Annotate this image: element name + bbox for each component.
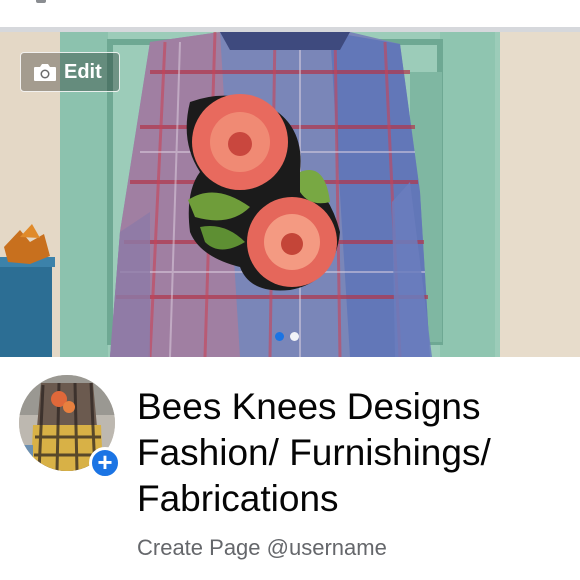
camera-icon [34, 63, 56, 81]
add-profile-photo-button[interactable]: + [89, 447, 121, 479]
plus-icon: + [97, 447, 113, 477]
top-bar [0, 0, 580, 28]
edit-label: Edit [64, 60, 102, 83]
edit-cover-button[interactable]: Edit [20, 52, 120, 92]
page-title-line: Fabrications [137, 478, 339, 519]
pager-dot-active[interactable] [275, 332, 284, 341]
status-indicator [36, 0, 46, 3]
page-title: Bees Knees Designs Fashion/ Furnishings/… [137, 384, 567, 522]
page-title-line: Bees Knees Designs [137, 386, 481, 427]
pager-dot[interactable] [290, 332, 299, 341]
cover-photo[interactable]: Edit [0, 32, 580, 357]
create-username-link[interactable]: Create Page @username [137, 535, 387, 561]
page-title-line: Fashion/ Furnishings/ [137, 432, 491, 473]
cover-pager[interactable] [275, 332, 299, 341]
